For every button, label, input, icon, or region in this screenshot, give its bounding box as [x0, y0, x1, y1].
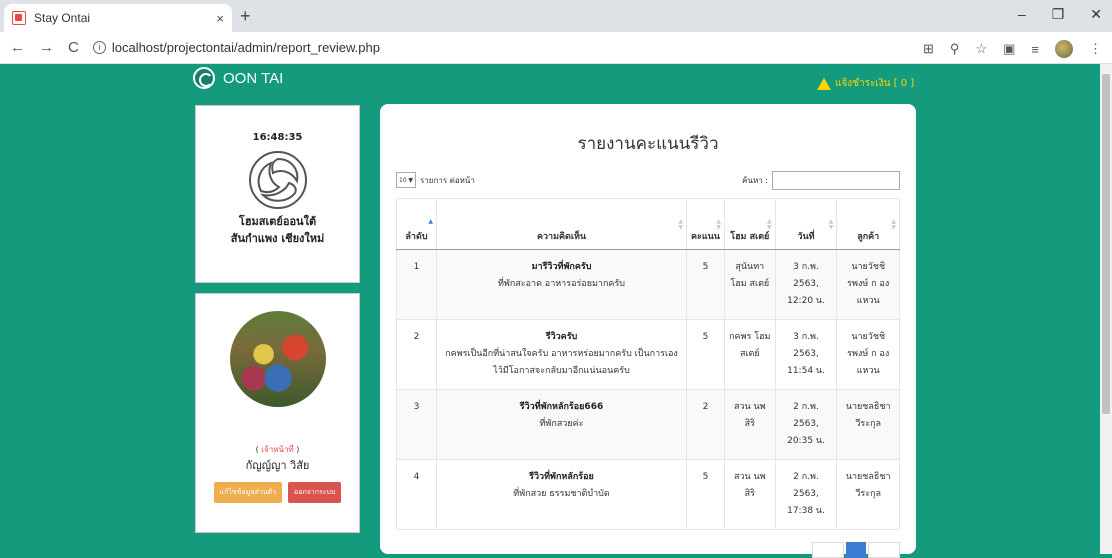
page-length-select[interactable]: 10 ▼ — [396, 172, 416, 188]
search-control: ค้นหา : — [742, 171, 900, 190]
sort-icon: ▲ ▼ — [766, 218, 772, 231]
page-1-button[interactable] — [846, 542, 866, 558]
review-body: ที่พักสะอาด อาหารอร่อยมากครับ — [497, 279, 625, 289]
review-body: ที่พักสวย ธรรมชาติบำบัด — [513, 489, 610, 499]
review-report-card: รายงานคะแนนรีวิว 10 ▼ รายการ ต่อหน้า ค้นห… — [380, 104, 916, 558]
edit-profile-button[interactable]: แก้ไขข้อมูลส่วนตัว — [213, 482, 283, 503]
scrollbar-thumb[interactable] — [1102, 74, 1110, 414]
homestay-logo-icon — [248, 151, 307, 209]
toolbar-actions: ⊞ ⚲ ☆ ▣ ≡ ⋮ — [923, 40, 1102, 58]
address-bar[interactable]: i localhost/projectontai/admin/report_re… — [92, 40, 380, 55]
col-header-customer[interactable]: ลูกค้า ▲ ▼ — [836, 198, 900, 250]
table-row: 2 รีวิวครับ กคพรเป็นอีกที่น่าสนใจครับ อาห… — [396, 319, 900, 390]
review-title: รีวิวที่พักหลักร้อย666 — [519, 402, 604, 412]
pagination — [812, 542, 900, 558]
new-tab-button[interactable]: + — [240, 6, 251, 27]
dropdown-icon: ▼ — [408, 177, 413, 184]
payment-notice-link[interactable]: แจ้งชำระเงิน [ 0 ] — [817, 76, 914, 91]
table-row: 3 รีวิวที่พักหลักร้อย666 ที่พักสวยค่ะ 2 ส… — [396, 389, 900, 460]
col-header-date[interactable]: วันที่ ▲ ▼ — [774, 198, 838, 250]
info-icon[interactable]: i — [92, 41, 106, 54]
review-title: มารีวิวที่พักครับ — [531, 262, 592, 272]
forward-icon[interactable]: → — [39, 39, 54, 56]
col-header-score[interactable]: คะแนน ▲ ▼ — [686, 198, 725, 250]
sort-icon: ▲ ▼ — [828, 218, 834, 231]
homestay-info-panel: 16:48:35 โฮมสเตย์ออนใต้ สันกำแพง เชียงให… — [195, 105, 360, 283]
sort-icon: ▲ ▼ — [716, 218, 721, 231]
page-length-label: รายการ ต่อหน้า — [420, 175, 475, 185]
logout-button[interactable]: ออกจากระบบ — [288, 482, 342, 503]
extension-icon[interactable]: ▣ — [1003, 41, 1015, 57]
back-icon[interactable]: ← — [10, 39, 25, 56]
site-favicon-icon — [12, 11, 26, 25]
user-photo — [229, 311, 326, 407]
review-body: ที่พักสวยค่ะ — [539, 419, 584, 429]
tab-close-icon[interactable]: × — [216, 11, 224, 26]
user-panel: ( เจ้าหน้าที่ ) กัญญ์ญา วิสัย แก้ไขข้อมู… — [195, 293, 360, 533]
page-next-button[interactable] — [868, 542, 900, 558]
search-input[interactable] — [772, 171, 900, 190]
page-title: รายงานคะแนนรีวิว — [577, 134, 719, 154]
restore-icon[interactable]: ❐ — [1052, 6, 1065, 23]
menu-dots-icon[interactable]: ⋮ — [1089, 41, 1102, 57]
minimize-icon[interactable]: – — [1018, 6, 1026, 23]
warning-icon — [817, 77, 831, 90]
page-prev-button[interactable] — [812, 542, 844, 558]
homestay-name: โฮมสเตย์ออนใต้ — [238, 215, 317, 228]
brand-name: OON TAI — [223, 69, 284, 87]
search-label: ค้นหา : — [742, 176, 768, 185]
profile-avatar-icon[interactable] — [1055, 40, 1073, 58]
payment-notice-text: แจ้งชำระเงิน [ 0 ] — [835, 78, 915, 89]
col-header-comment[interactable]: ความคิดเห็น ▲ ▼ — [436, 198, 687, 250]
brand-logo-icon — [193, 67, 215, 89]
page-length-control: 10 ▼ รายการ ต่อหน้า — [396, 172, 475, 188]
reload-icon[interactable]: C — [68, 39, 79, 56]
browser-tabstrip: Stay Ontai × + – ❐ ✕ — [0, 0, 1112, 32]
review-body: กคพรเป็นอีกที่น่าสนใจครับ อาหารหร่อยมากค… — [445, 349, 678, 376]
user-name: กัญญ์ญา วิสัย — [245, 459, 310, 472]
reading-list-icon[interactable]: ≡ — [1031, 42, 1039, 57]
table-row: 1 มารีวิวที่พักครับ ที่พักสะอาด อาหารอร่อ… — [396, 249, 900, 320]
review-table: ลำดับ ▲ ความคิดเห็น ▲ ▼ คะแนน ▲ ▼ โฮม สเตย์ ▲ ▼… — [396, 198, 900, 530]
table-row: 4 รีวิวที่พักหลักร้อย ที่พักสวย ธรรมชาติบ… — [396, 459, 900, 530]
window-controls: – ❐ ✕ — [1018, 6, 1102, 23]
sort-icon: ▲ ▼ — [678, 218, 683, 231]
col-header-no[interactable]: ลำดับ ▲ — [396, 198, 437, 250]
clock: 16:48:35 — [252, 132, 303, 143]
window-close-icon[interactable]: ✕ — [1090, 6, 1102, 23]
homestay-location: สันกำแพง เชียงใหม่ — [230, 232, 325, 245]
review-title: รีวิวครับ — [545, 332, 578, 342]
bookmark-star-icon[interactable]: ☆ — [975, 41, 987, 57]
browser-tab[interactable]: Stay Ontai × — [4, 4, 232, 32]
review-title: รีวิวที่พักหลักร้อย — [529, 472, 594, 482]
user-role: ( เจ้าหน้าที่ ) — [255, 445, 300, 454]
site-brand[interactable]: OON TAI — [193, 67, 283, 89]
col-header-homestay[interactable]: โฮม สเตย์ ▲ ▼ — [723, 198, 776, 250]
sort-icon: ▲ ▼ — [891, 218, 896, 231]
zoom-icon[interactable]: ⚲ — [950, 41, 960, 57]
translate-icon[interactable]: ⊞ — [923, 41, 934, 57]
tab-title: Stay Ontai — [34, 11, 91, 25]
sort-asc-icon: ▲ — [428, 218, 433, 225]
url-text: localhost/projectontai/admin/report_revi… — [111, 40, 380, 55]
